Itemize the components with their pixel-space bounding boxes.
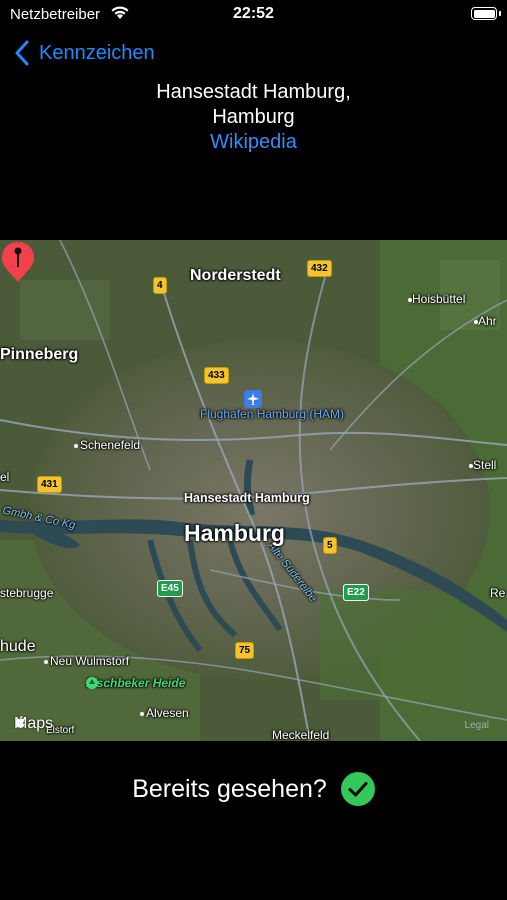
city-label: Hamburg [184, 520, 285, 546]
status-time: 22:52 [233, 5, 274, 22]
chevron-left-icon [15, 40, 29, 66]
place-stell: Stell [473, 458, 497, 472]
park-icon [86, 677, 98, 689]
town-dot [74, 444, 78, 448]
battery-icon [471, 7, 497, 20]
road-shield-5: 5 [323, 537, 337, 554]
place-meckelfeld: Meckelfeld [272, 728, 330, 741]
place-ahr: Ahr [478, 314, 497, 328]
town-dot [474, 320, 478, 324]
place-header: Hansestadt Hamburg, Hamburg Wikipedia [0, 80, 507, 155]
status-bar: Netzbetreiber 22:52 [0, 0, 507, 30]
town-dot [140, 712, 144, 716]
place-title-line2: Hamburg [212, 106, 295, 128]
map-view[interactable]: Norderstedt Pinneberg Schenefeld Hoisbüt… [0, 240, 507, 741]
legal-link[interactable]: Legal [465, 720, 489, 731]
road-shield-432: 432 [307, 260, 332, 277]
map-pin-icon[interactable] [0, 240, 36, 284]
pin-label: Hansestadt Hamburg [184, 491, 310, 505]
seen-row: Bereits gesehen? [0, 772, 507, 806]
place-alvesen: Alvesen [146, 706, 189, 720]
place-re: Re [490, 586, 506, 600]
apple-logo-icon [15, 716, 25, 728]
town-dot [44, 660, 48, 664]
road-shield-e22: E22 [343, 584, 369, 601]
place-norderstedt: Norderstedt [190, 267, 281, 284]
road-shield-e45: E45 [157, 580, 183, 597]
back-label: Kennzeichen [39, 41, 155, 64]
road-shield-433: 433 [204, 367, 229, 384]
place-neu-wulmstorf: Neu Wulmstorf [50, 654, 130, 668]
apple-maps-attribution: Maps [14, 715, 53, 733]
park-label: Fischbeker Heide [86, 676, 186, 690]
road-shield-75: 75 [235, 642, 255, 659]
place-hude: hude [0, 638, 36, 655]
town-dot [469, 464, 473, 468]
road-shield-4: 4 [153, 277, 167, 294]
place-hoisbuettel: Hoisbüttel [412, 292, 466, 306]
back-button[interactable]: Kennzeichen [14, 38, 155, 68]
battery-tip [499, 11, 501, 16]
place-pinneberg: Pinneberg [0, 346, 79, 363]
airplane-icon [244, 390, 262, 408]
checkmark-circle-icon[interactable] [340, 772, 375, 806]
town-dot [408, 298, 412, 302]
airport-label: Flughafen Hamburg (HAM) [200, 407, 345, 421]
wikipedia-link[interactable]: Wikipedia [0, 130, 507, 155]
place-stebrugge: stebrugge [0, 586, 54, 600]
place-title-line1: Hansestadt Hamburg, [156, 81, 351, 103]
place-el: el [0, 470, 10, 484]
seen-label: Bereits gesehen? [132, 774, 327, 803]
place-schenefeld: Schenefeld [80, 438, 141, 452]
road-shield-431: 431 [37, 476, 62, 493]
